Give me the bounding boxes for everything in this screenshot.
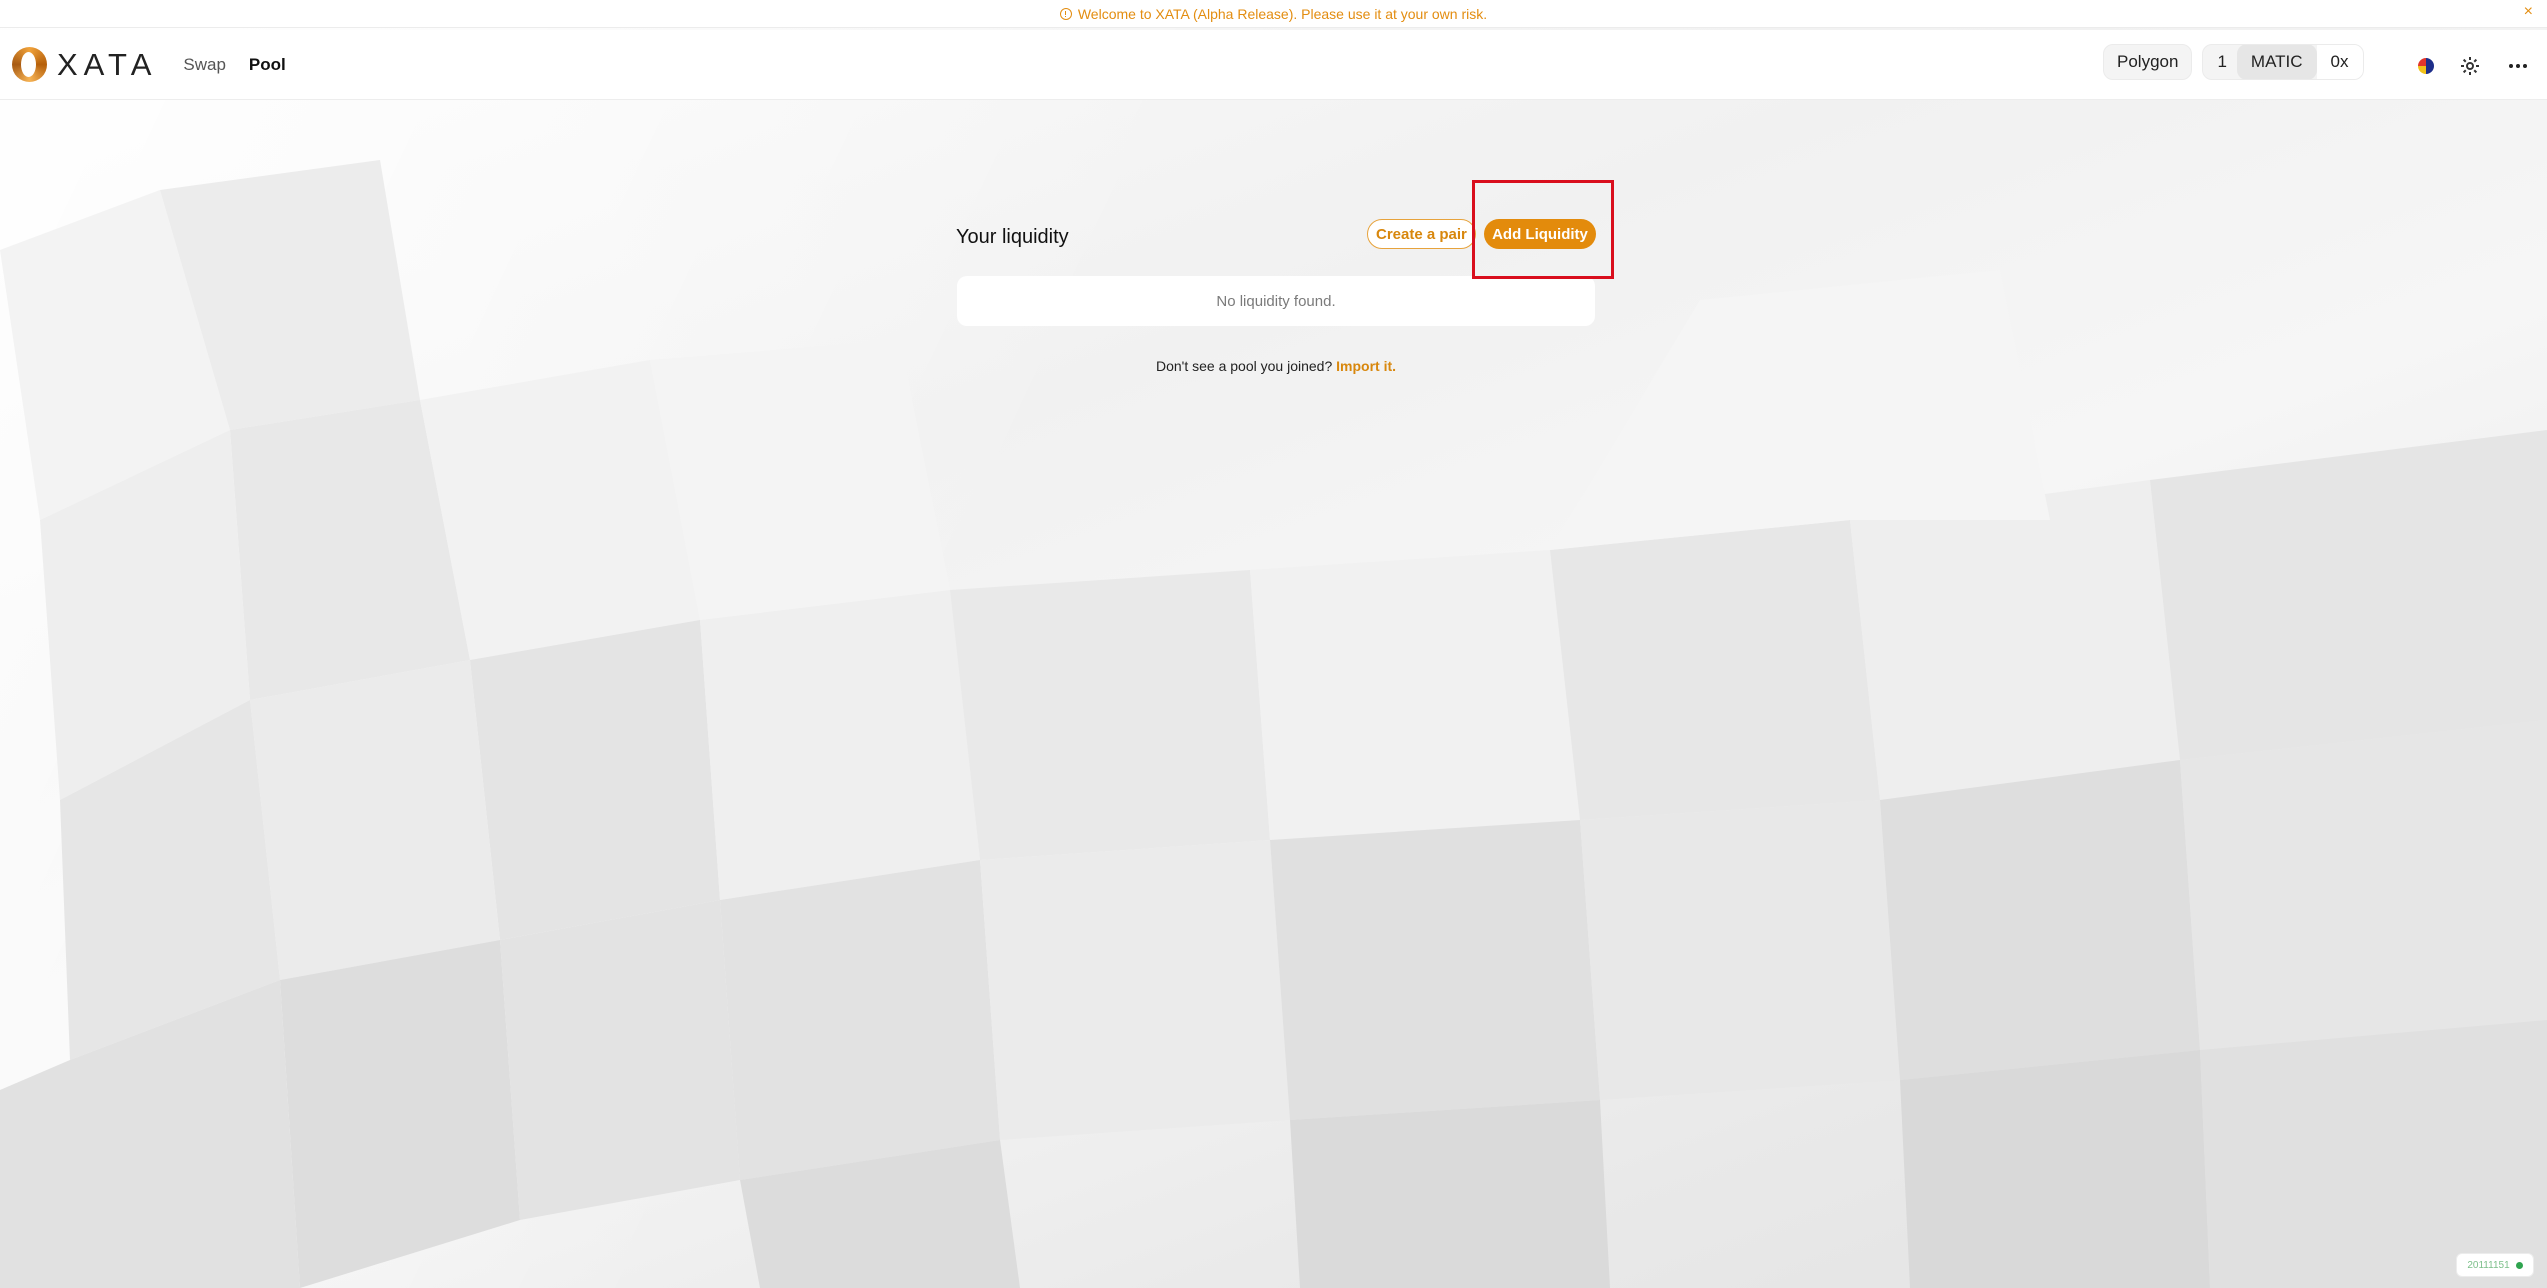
- announcement-banner: Welcome to XATA (Alpha Release). Please …: [0, 0, 2547, 28]
- wallet-currency: MATIC: [2236, 45, 2317, 79]
- wallet-address: 0x: [2316, 45, 2363, 79]
- nav-swap[interactable]: Swap: [183, 55, 226, 75]
- banner-close-icon[interactable]: ×: [2524, 3, 2533, 21]
- banner-message: Welcome to XATA (Alpha Release). Please …: [1077, 5, 1488, 22]
- logo-text: XATA: [57, 46, 158, 82]
- empty-message: No liquidity found.: [1216, 292, 1336, 310]
- liquidity-list-empty: No liquidity found.: [957, 276, 1595, 326]
- add-liquidity-button[interactable]: Add Liquidity: [1484, 219, 1596, 249]
- nav-pool[interactable]: Pool: [249, 55, 286, 75]
- sync-status-icon: [2515, 1261, 2523, 1269]
- info-icon: [1059, 7, 1072, 20]
- wallet-button[interactable]: 1 MATIC 0x: [2202, 44, 2364, 80]
- more-icon: [2509, 64, 2527, 68]
- logo[interactable]: XATA: [12, 47, 157, 83]
- import-pool-link[interactable]: Import it.: [1336, 358, 1396, 374]
- import-prompt: Don't see a pool you joined?: [1155, 358, 1333, 374]
- create-pair-button[interactable]: Create a pair: [1367, 219, 1476, 249]
- sun-icon: [2461, 57, 2479, 75]
- block-number-badge[interactable]: 20111151: [2456, 1253, 2534, 1277]
- main-nav: Swap Pool: [183, 55, 308, 75]
- network-selector[interactable]: Polygon: [2103, 44, 2193, 80]
- theme-toggle-button[interactable]: [2452, 48, 2488, 84]
- wallet-balance: 1: [2217, 52, 2227, 71]
- block-number: 20111151: [2467, 1259, 2510, 1271]
- account-controls: Polygon 1 MATIC 0x: [2103, 44, 2364, 80]
- page-title: Your liquidity: [956, 226, 1069, 248]
- more-menu-button[interactable]: [2500, 48, 2536, 84]
- language-button[interactable]: [2408, 48, 2444, 84]
- top-navigation-bar: XATA Swap Pool Polygon 1 MATIC 0x: [0, 30, 2547, 100]
- import-pool-hint: Don't see a pool you joined? Import it.: [957, 358, 1595, 374]
- language-icon: [2418, 58, 2434, 74]
- xata-logo-icon: [12, 47, 47, 82]
